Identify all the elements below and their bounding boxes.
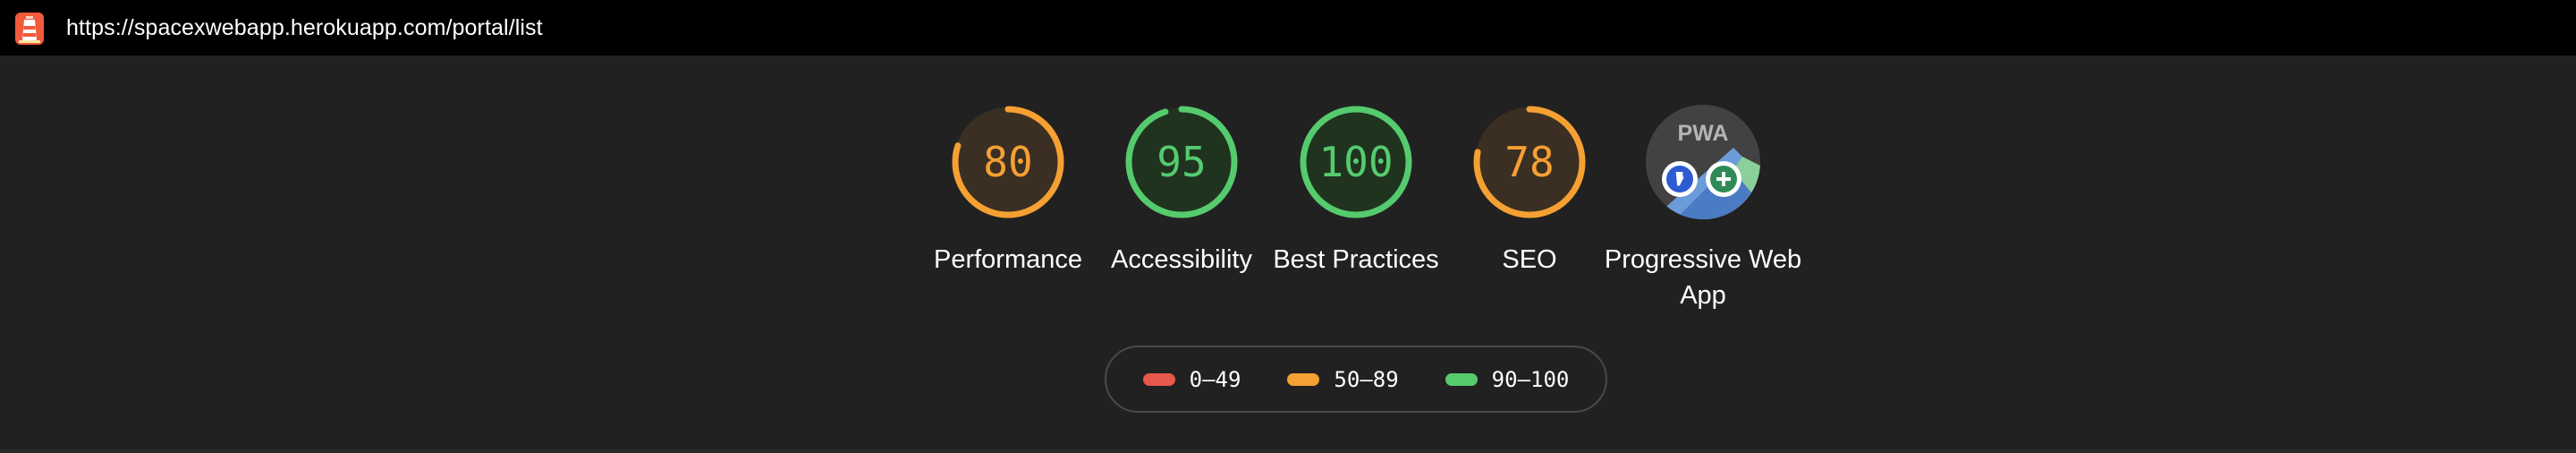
score-value: 78 bbox=[1504, 138, 1555, 186]
top-bar: https://spacexwebapp.herokuapp.com/porta… bbox=[0, 0, 2576, 56]
gauge-best-practices[interactable]: 100 Best Practices bbox=[1271, 103, 1441, 318]
gauge-seo[interactable]: 78 SEO bbox=[1445, 103, 1614, 318]
gauge-performance[interactable]: 80 Performance bbox=[923, 103, 1093, 318]
pwa-badge-text: PWA bbox=[1678, 121, 1729, 146]
lighthouse-icon bbox=[15, 13, 44, 45]
score-value: 95 bbox=[1157, 138, 1207, 186]
legend-range: 0–49 bbox=[1189, 366, 1241, 392]
score-legend: 0–49 50–89 90–100 bbox=[1105, 346, 1607, 413]
score-value: 80 bbox=[983, 138, 1033, 186]
legend-range: 50–89 bbox=[1334, 366, 1399, 392]
category-label: Progressive Web App bbox=[1604, 245, 1802, 310]
divider bbox=[0, 449, 2576, 453]
legend-swatch-average bbox=[1287, 372, 1320, 386]
legend-item-average: 50–89 bbox=[1287, 366, 1399, 392]
gauge-accessibility[interactable]: 95 Accessibility bbox=[1097, 103, 1267, 318]
category-gauges: 80 Performance 95 Accessibility 100 Best… bbox=[0, 103, 2576, 318]
pwa-badge-icon: PWA bbox=[1646, 105, 1760, 219]
score-value: 100 bbox=[1318, 138, 1394, 186]
legend-swatch-fail bbox=[1142, 372, 1175, 386]
gauge-pwa[interactable]: PWA Progressive Web App bbox=[1605, 103, 1801, 318]
legend-range: 90–100 bbox=[1491, 366, 1570, 392]
page-url[interactable]: https://spacexwebapp.herokuapp.com/porta… bbox=[66, 0, 543, 56]
legend-item-pass: 90–100 bbox=[1445, 366, 1570, 392]
legend-item-fail: 0–49 bbox=[1142, 366, 1241, 392]
legend-swatch-pass bbox=[1445, 372, 1478, 386]
